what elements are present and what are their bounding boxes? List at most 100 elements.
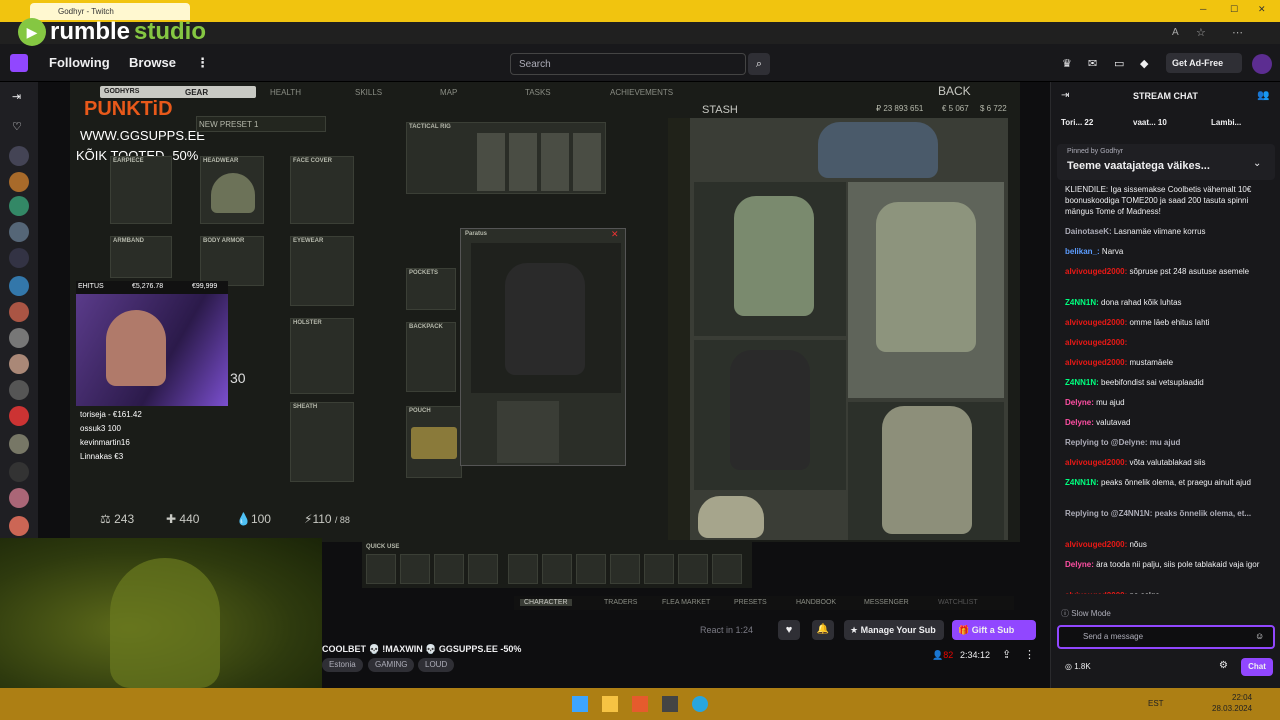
tactical-rig-slot[interactable]: TACTICAL RIG [406,122,606,194]
chat-message[interactable]: alvivouged2000: omme läeb ehitus lahti [1065,317,1277,328]
tag-gaming[interactable]: GAMING [368,658,415,672]
read-aloud-icon[interactable]: A [1172,27,1179,38]
brave-browser-icon[interactable] [632,696,648,712]
armband-slot[interactable]: ARMBAND [110,236,172,278]
chat-username[interactable]: alvivouged2000: [1065,591,1127,594]
edge-browser-icon[interactable] [692,696,708,712]
back-button[interactable]: BACK [938,84,971,98]
face-cover-slot[interactable]: FACE COVER [290,156,354,224]
quick-slot[interactable] [400,554,430,584]
channel-avatar[interactable] [9,302,29,322]
emote-picker-icon[interactable]: ☺ [1255,631,1264,641]
chat-message[interactable]: alvivouged2000: sõpruse pst 248 asutuse … [1065,266,1277,277]
gift-sub-button[interactable]: 🎁 Gift a Sub [952,620,1036,640]
channel-points[interactable]: ◎ 1.8K [1065,662,1091,671]
clock-date[interactable]: 28.03.2024 [1212,704,1252,713]
community-icon[interactable]: 👥 [1257,90,1269,101]
tab-achievements[interactable]: ACHIEVEMENTS [610,88,673,97]
prime-loot-icon[interactable]: ♛ [1062,57,1072,70]
earpiece-slot[interactable]: EARPIECE [110,156,172,224]
close-window-icon[interactable]: ✕ [611,229,619,240]
quick-slot[interactable] [434,554,464,584]
chat-username[interactable]: Delyne: [1065,560,1094,569]
follow-heart-button[interactable]: ♥ [778,620,800,640]
tab-health[interactable]: HEALTH [270,88,301,97]
chat-message[interactable]: alvivouged2000: nõus [1065,539,1277,550]
chat-username[interactable]: Z4NN1N: [1065,298,1099,307]
stash-item[interactable] [698,496,764,538]
tab-watchlist[interactable]: WATCHLIST [938,599,978,606]
pockets-slot[interactable]: POCKETS [406,268,456,310]
stash-cell[interactable] [848,402,1004,540]
tab-traders[interactable]: TRADERS [604,599,637,606]
bits-icon[interactable]: ◆ [1140,57,1148,70]
headwear-slot[interactable]: HEADWEAR [200,156,264,224]
chat-username[interactable]: alvivouged2000: [1065,540,1127,549]
quick-slot[interactable] [610,554,640,584]
leaderboard-entry[interactable]: Tori... 22 [1061,118,1093,127]
tag-estonia[interactable]: Estonia [322,658,363,672]
leaderboard-entry[interactable]: Lambi... [1211,118,1241,127]
browse-link[interactable]: Browse [129,55,176,70]
chat-username[interactable]: alvivouged2000: [1065,458,1127,467]
quick-slot[interactable] [542,554,572,584]
channel-avatar[interactable] [9,434,29,454]
chevron-down-icon[interactable]: ⌄ [1253,158,1261,169]
channel-avatar[interactable] [9,328,29,348]
quick-slot[interactable] [712,554,742,584]
chat-username[interactable]: belikan_: [1065,247,1100,256]
chat-username[interactable]: DainotaseK: [1065,227,1112,236]
channel-avatar[interactable] [9,222,29,242]
share-icon[interactable]: ⇪ [1002,648,1011,661]
quick-slot[interactable] [366,554,396,584]
chat-message[interactable]: alvivouged2000: [1065,337,1277,348]
more-options-icon[interactable]: ⋯ [1232,26,1243,39]
chat-message[interactable]: Delyne: mu ajud [1065,397,1277,408]
tab-character[interactable]: CHARACTER [520,599,572,606]
chat-username[interactable]: Replying to @Delyne: mu ajud [1065,438,1180,447]
tab-map[interactable]: MAP [440,88,457,97]
tab-handbook[interactable]: HANDBOOK [796,599,836,606]
search-input[interactable]: Search [510,53,746,75]
holster-slot[interactable]: HOLSTER [290,318,354,394]
channel-avatar[interactable] [9,276,29,296]
chat-message[interactable]: Replying to @Delyne: mu ajud [1065,437,1277,448]
channel-avatar[interactable] [9,354,29,374]
channel-avatar[interactable] [9,380,29,400]
close-icon[interactable]: ✕ [1258,4,1266,15]
leaderboard-entry[interactable]: vaat... 10 [1133,118,1167,127]
stash-cell[interactable] [848,182,1004,398]
channel-avatar[interactable] [9,172,29,192]
chat-message[interactable]: Z4NN1N: peaks õnnelik olema, et praegu a… [1065,477,1277,488]
chat-username[interactable]: alvivouged2000: [1065,267,1127,276]
manage-sub-button[interactable]: ★ Manage Your Sub [844,620,944,640]
channel-avatar[interactable] [9,406,29,426]
chat-message[interactable]: Z4NN1N: dona rahad kõik luhtas [1065,297,1277,308]
chat-message[interactable]: KLIENDILE: Iga sissemakse Coolbetis vähe… [1065,184,1277,217]
expand-rail-icon[interactable]: ⇥ [12,90,21,103]
body-armor-slot[interactable]: BODY ARMOR [200,236,264,286]
backpack-slot[interactable]: BACKPACK [406,322,456,392]
channel-avatar[interactable] [9,516,29,536]
chat-username[interactable]: Z4NN1N: [1065,378,1099,387]
sheath-slot[interactable]: SHEATH [290,402,354,482]
chat-message[interactable]: alvivouged2000: no selge [1065,590,1277,594]
quick-slot[interactable] [508,554,538,584]
chat-settings-icon[interactable]: ⚙ [1219,660,1228,671]
chat-message[interactable]: Delyne: ära tooda nii palju, siis pole t… [1065,559,1277,570]
chat-message[interactable]: alvivouged2000: võta valutablakad siis [1065,457,1277,468]
tab-skills[interactable]: SKILLS [355,88,382,97]
stash-grid[interactable] [668,118,1008,540]
chat-username[interactable]: Z4NN1N: [1065,478,1099,487]
notification-bell-button[interactable]: 🔔 [812,620,834,640]
stash-item[interactable] [818,122,938,178]
tab-messenger[interactable]: MESSENGER [864,599,909,606]
paratus-window[interactable]: Paratus ✕ [460,228,626,466]
get-ad-free-button[interactable]: Get Ad-Free [1166,53,1242,73]
tab-flea-market[interactable]: FLEA MARKET [662,599,710,606]
chat-username[interactable]: alvivouged2000: [1065,318,1127,327]
channel-avatar[interactable] [9,248,29,268]
chat-username[interactable]: Replying to @Z4NN1N: peaks õnnelik olema… [1065,509,1251,518]
maximize-icon[interactable]: ☐ [1230,4,1238,15]
quick-slot[interactable] [644,554,674,584]
